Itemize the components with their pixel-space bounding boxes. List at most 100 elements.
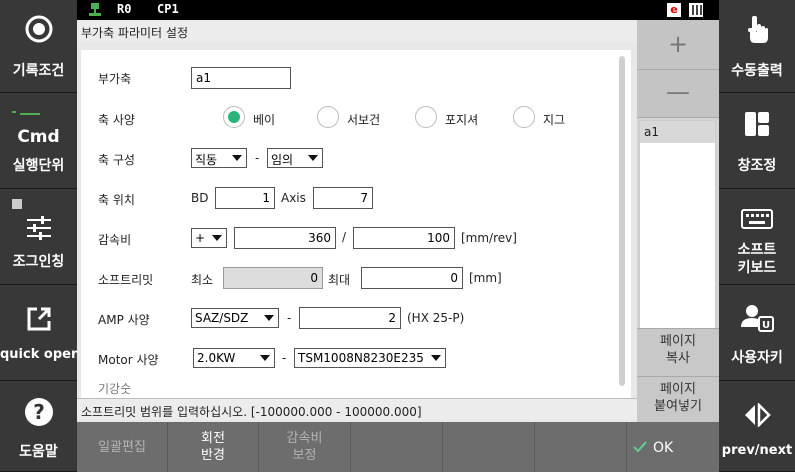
reduction-comp-button[interactable]: 감속비 보정	[259, 422, 351, 472]
cmd-badge: Cmd	[17, 127, 60, 147]
record-icon	[0, 14, 77, 47]
ok-button[interactable]: OK	[627, 422, 719, 472]
remove-axis-button[interactable]: —	[637, 70, 719, 118]
axis-config-mode-select[interactable]: 임의	[267, 148, 323, 168]
amp-note: (HX 25-P)	[407, 311, 465, 325]
softlimit-max-input[interactable]: 0	[361, 267, 463, 289]
aux-axis-param-dialog: 부가축 파라미터 설정 부가축 a1 축 사양 베이 서보건 포지셔 지그 축 …	[77, 20, 637, 422]
bd-input[interactable]: 1	[215, 187, 275, 209]
help-icon: ?	[0, 397, 77, 430]
axis-input[interactable]: 7	[313, 187, 373, 209]
add-axis-button[interactable]: +	[637, 20, 719, 70]
prev-next-icon	[719, 401, 795, 430]
reduction-comp-label-2: 보정	[292, 448, 317, 463]
plus-icon: +	[667, 30, 689, 58]
radio-jig[interactable]	[513, 106, 535, 128]
user-key-label: 사용자키	[731, 350, 783, 366]
amp-type-value: SAZ/SDZ	[195, 311, 249, 325]
soft-keyboard-label-1: 소프트	[737, 242, 777, 258]
chevron-down-icon	[308, 155, 318, 161]
hint-bar: 소프트리밋 범위를 입력하십시오. [-100000.000 - 100000.…	[77, 398, 637, 420]
radio-base[interactable]	[223, 106, 245, 128]
page-paste-label-1: 페이지	[660, 382, 696, 397]
reduction-sign-select[interactable]: +	[191, 228, 227, 248]
motor-model-value: TSM1008N8230E235	[298, 351, 424, 365]
axis-config-type-select[interactable]: 직동	[191, 148, 247, 168]
memory-icon	[689, 3, 703, 17]
vertical-scrollbar[interactable]	[619, 56, 625, 386]
axis-config-label: 축 구성	[98, 153, 135, 167]
batch-edit-button[interactable]: 일괄편집	[77, 422, 168, 472]
chevron-down-icon	[264, 315, 274, 321]
motor-power-select[interactable]: 2.0KW	[193, 348, 275, 368]
rotation-radius-label-2: 반경	[201, 448, 225, 463]
record-condition-button[interactable]: 기록조건	[0, 0, 77, 93]
amp-value-input[interactable]: 2	[299, 307, 401, 329]
exec-unit-button[interactable]: Cmd 실행단위	[0, 93, 77, 189]
radio-positioner[interactable]	[415, 106, 437, 128]
rotation-radius-label-1: 회전	[201, 431, 225, 446]
page-paste-label-2: 붙여넣기	[654, 399, 702, 414]
toolbar-slot-5[interactable]	[443, 422, 535, 472]
toolbar-slot-6[interactable]	[535, 422, 627, 472]
reduction-sign-value: +	[195, 231, 206, 245]
chevron-down-icon	[232, 155, 242, 161]
quick-open-label: quick open	[0, 347, 81, 362]
minus-icon: —	[666, 78, 690, 106]
amp-dash: -	[287, 311, 292, 325]
page-copy-label-2: 복사	[666, 351, 690, 366]
left-sidebar: 기록조건 Cmd 실행단위 조그인칭 quick open ? 도움말	[0, 0, 81, 472]
page-copy-label-1: 페이지	[660, 334, 696, 349]
prev-next-button[interactable]: prev/next	[719, 381, 795, 472]
page-paste-button[interactable]: 페이지 붙여넣기	[637, 376, 719, 422]
list-item[interactable]: a1	[640, 121, 715, 143]
help-label: 도움말	[19, 444, 58, 460]
soft-keyboard-button[interactable]: 소프트 키보드	[719, 189, 795, 285]
jog-inching-button[interactable]: 조그인칭	[0, 189, 77, 285]
toolbar-slot-4[interactable]	[351, 422, 443, 472]
status-bar: R0 CP1 e	[77, 0, 719, 20]
manual-output-label: 수동출력	[731, 63, 783, 79]
radio-servo-gun[interactable]	[317, 106, 339, 128]
radio-positioner-label: 포지셔	[445, 113, 479, 127]
manual-output-button[interactable]: 수동출력	[719, 0, 795, 93]
axis-position-label: 축 위치	[98, 193, 135, 207]
amp-type-select[interactable]: SAZ/SDZ	[191, 308, 279, 328]
chevron-down-icon	[212, 235, 222, 241]
reduction-slash: /	[342, 230, 347, 244]
svg-text:?: ?	[33, 400, 45, 424]
reduction-label: 감속비	[98, 233, 132, 247]
motor-power-value: 2.0KW	[197, 351, 236, 365]
cycle-program: CP1	[157, 2, 179, 16]
radio-base-label: 베이	[253, 113, 276, 127]
bottom-toolbar: 일괄편집 회전 반경 감속비 보정 OK	[77, 422, 719, 472]
motor-model-select[interactable]: TSM1008N8230E235	[294, 348, 446, 368]
reduction-denominator-input[interactable]: 100	[353, 227, 455, 249]
batch-edit-label: 일괄편집	[98, 440, 146, 455]
reduction-comp-label-1: 감속비	[286, 431, 323, 446]
quick-open-button[interactable]: quick open	[0, 285, 81, 381]
axis-list: a1	[639, 120, 716, 340]
user-key-icon: U	[719, 303, 795, 336]
param-panel: 부가축 a1 축 사양 베이 서보건 포지셔 지그 축 구성 직동 - 임의 축…	[81, 50, 631, 406]
softlimit-min-input[interactable]: 0	[223, 267, 323, 289]
reduction-numerator-input[interactable]: 360	[234, 227, 336, 249]
page-copy-button[interactable]: 페이지 복사	[637, 328, 719, 376]
dialog-title: 부가축 파라미터 설정	[77, 20, 637, 42]
rotation-radius-button[interactable]: 회전 반경	[168, 422, 259, 472]
svg-text:U: U	[762, 320, 770, 331]
user-key-button[interactable]: U 사용자키	[719, 285, 795, 381]
softlimit-label: 소프트리밋	[98, 273, 154, 287]
axis-name-input[interactable]: a1	[191, 67, 291, 89]
help-button[interactable]: ? 도움말	[0, 381, 77, 472]
window-adjust-button[interactable]: 창조정	[719, 93, 795, 189]
axis-config-mode-value: 임의	[271, 153, 294, 167]
robot-status-icon	[89, 3, 101, 20]
motor-spec-label: Motor 사양	[98, 353, 159, 367]
e-status-badge: e	[667, 3, 681, 17]
axis-name-label: 부가축	[98, 72, 132, 86]
axis-spec-label: 축 사양	[98, 113, 135, 127]
axis-list-panel: + — a1 페이지 복사 페이지 붙여넣기	[637, 20, 719, 422]
check-icon	[633, 441, 647, 457]
open-external-icon	[0, 305, 77, 336]
